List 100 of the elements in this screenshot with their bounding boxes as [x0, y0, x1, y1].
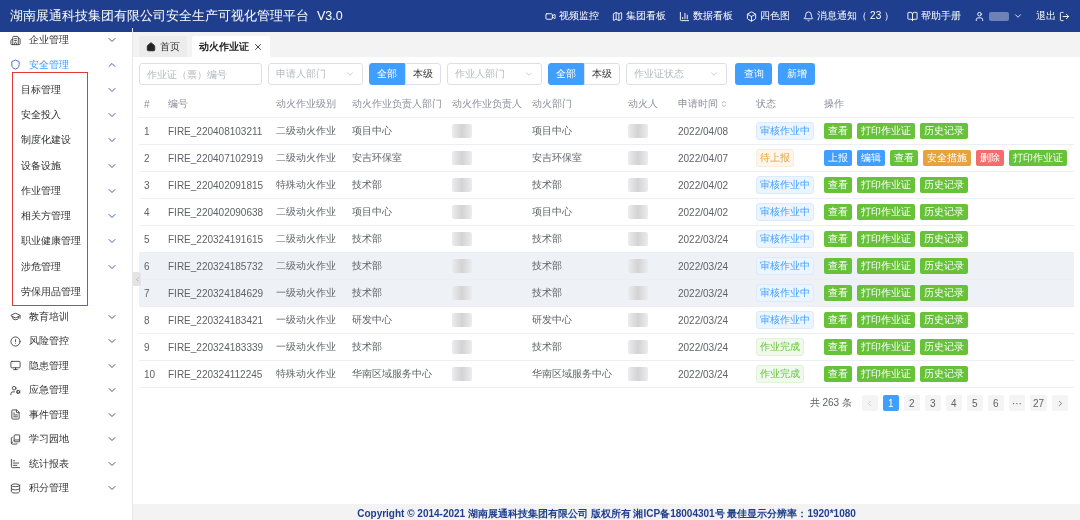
sidebar-subitem[interactable]: 目标管理 — [0, 77, 132, 103]
action-button[interactable]: 历史记录 — [920, 123, 968, 139]
action-button[interactable]: 打印作业证 — [857, 258, 915, 274]
action-button[interactable]: 历史记录 — [920, 258, 968, 274]
sidebar-subitem[interactable]: 制度化建设 — [0, 127, 132, 153]
logout-link[interactable]: 退出 — [1036, 9, 1070, 23]
action-button[interactable]: 历史记录 — [920, 177, 968, 193]
action-button[interactable]: 查看 — [890, 150, 918, 166]
sidebar-subitem[interactable]: 设备设施 — [0, 152, 132, 179]
scope-toggle-button[interactable]: 全部 — [369, 63, 405, 85]
table-cell: 2022/03/24 — [678, 287, 729, 299]
scope-toggle-button[interactable]: 本级 — [584, 63, 620, 85]
scope-toggle-button[interactable]: 全部 — [548, 63, 584, 85]
action-button[interactable]: 上报 — [824, 150, 852, 166]
column-header: 编号 — [168, 97, 188, 111]
page-tab[interactable]: 动火作业证 — [192, 36, 270, 57]
action-button[interactable]: 查看 — [824, 123, 852, 139]
add-button[interactable]: 新增 — [778, 63, 815, 85]
action-button[interactable]: 编辑 — [857, 150, 885, 166]
next-page-button[interactable] — [1052, 395, 1068, 411]
action-button[interactable]: 历史记录 — [920, 339, 968, 355]
page-button[interactable]: 6 — [987, 395, 1004, 411]
action-button[interactable]: 历史记录 — [920, 312, 968, 328]
page-button[interactable]: 27 — [1029, 395, 1047, 411]
sidebar-item[interactable]: 统计报表 — [0, 451, 132, 477]
sidebar-subitem[interactable]: 作业管理 — [0, 178, 132, 204]
table-cell: 2022/03/24 — [678, 314, 729, 326]
blurred-name — [452, 151, 472, 165]
sidebar-subitem[interactable]: 劳保用品管理 — [0, 279, 132, 305]
nav-link[interactable]: 集团看板 — [612, 9, 667, 23]
select-field[interactable]: 申请人部门 — [268, 63, 363, 85]
nav-link[interactable]: 视频监控 — [545, 9, 600, 23]
menu-icon — [10, 433, 21, 445]
table-cell: 研发中心 — [352, 313, 392, 327]
menu-icon — [10, 360, 21, 372]
action-button[interactable]: 查看 — [824, 258, 852, 274]
sidebar-subitem[interactable]: 涉危管理 — [0, 254, 132, 280]
sidebar-item[interactable]: 安全管理 — [0, 52, 132, 77]
scope-toggle-button[interactable]: 本级 — [405, 63, 441, 85]
menu-icon — [10, 335, 21, 347]
action-button[interactable]: 打印作业证 — [857, 204, 915, 220]
action-button[interactable]: 打印作业证 — [857, 366, 915, 382]
action-button[interactable]: 查看 — [824, 285, 852, 301]
action-button[interactable]: 删除 — [976, 150, 1004, 166]
sidebar-item[interactable]: 学习园地 — [0, 427, 132, 452]
nav-link[interactable]: 数据看板 — [679, 9, 734, 23]
action-button[interactable]: 打印作业证 — [857, 177, 915, 193]
action-button[interactable]: 打印作业证 — [857, 231, 915, 247]
action-button[interactable]: 历史记录 — [920, 285, 968, 301]
page-button[interactable]: ··· — [1008, 395, 1025, 411]
page-button[interactable]: 3 — [924, 395, 941, 411]
action-button[interactable]: 历史记录 — [920, 231, 968, 247]
sidebar-item[interactable]: 积分管理 — [0, 476, 132, 501]
sidebar-item[interactable]: 事件管理 — [0, 402, 132, 428]
search-field[interactable]: 作业证（票）编号 — [139, 63, 262, 85]
sidebar-subitem[interactable]: 相关方管理 — [0, 203, 132, 229]
action-button[interactable]: 查看 — [824, 177, 852, 193]
sidebar-item[interactable]: 隐患管理 — [0, 353, 132, 379]
table-cell: 技术部 — [532, 340, 562, 354]
select-field[interactable]: 作业人部门 — [447, 63, 542, 85]
action-button[interactable]: 打印作业证 — [857, 339, 915, 355]
action-button[interactable]: 安全措施 — [923, 150, 971, 166]
sidebar-item[interactable]: 风险管控 — [0, 329, 132, 354]
nav-link[interactable]: 消息通知（ 23 ） — [803, 9, 894, 23]
sidebar-item[interactable]: 企业管理 — [0, 28, 132, 53]
close-icon[interactable] — [253, 41, 263, 52]
column-header[interactable]: 申请时间 — [678, 97, 728, 111]
action-button[interactable]: 打印作业证 — [857, 312, 915, 328]
action-button[interactable]: 历史记录 — [920, 366, 968, 382]
page-button[interactable]: 1 — [882, 395, 899, 411]
page-button[interactable]: 5 — [966, 395, 983, 411]
action-button[interactable]: 打印作业证 — [857, 285, 915, 301]
sort-icon — [720, 100, 728, 108]
sidebar-subitem[interactable]: 安全投入 — [0, 102, 132, 128]
sidebar-subitem[interactable]: 职业健康管理 — [0, 228, 132, 255]
action-button[interactable]: 查看 — [824, 366, 852, 382]
page-tab[interactable]: 首页 — [139, 36, 187, 57]
query-button[interactable]: 查询 — [735, 63, 772, 85]
action-button[interactable]: 打印作业证 — [857, 123, 915, 139]
page-button[interactable]: 2 — [903, 395, 920, 411]
action-button[interactable]: 打印作业证 — [1009, 150, 1067, 166]
action-button[interactable]: 查看 — [824, 312, 852, 328]
table-cell: 华南区域服务中心 — [352, 367, 432, 381]
action-button[interactable]: 查看 — [824, 204, 852, 220]
action-button[interactable]: 查看 — [824, 231, 852, 247]
page-button[interactable]: 4 — [945, 395, 962, 411]
caret-icon[interactable] — [1013, 11, 1023, 21]
table-cell: 安吉环保室 — [352, 151, 402, 165]
blurred-user-name — [989, 11, 1009, 21]
action-button[interactable]: 历史记录 — [920, 204, 968, 220]
nav-link[interactable]: 帮助手册 — [907, 9, 961, 23]
nav-link[interactable]: 四色图 — [746, 9, 791, 23]
action-button[interactable]: 查看 — [824, 339, 852, 355]
collapse-handle[interactable] — [133, 272, 141, 286]
blurred-name — [628, 340, 648, 354]
select-field[interactable]: 作业证状态 — [626, 63, 727, 85]
prev-page-button[interactable] — [861, 395, 878, 411]
sidebar-item[interactable]: 应急管理 — [0, 378, 132, 403]
sidebar-item[interactable]: 教育培训 — [0, 304, 132, 330]
table-cell: 2022/03/24 — [678, 233, 729, 245]
